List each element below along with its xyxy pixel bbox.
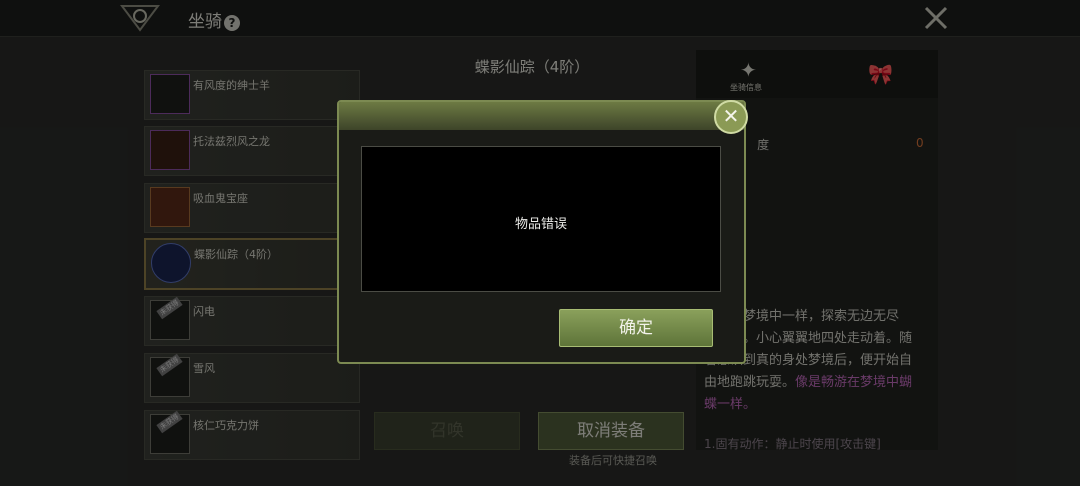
confirm-button[interactable]: 确定 (559, 309, 713, 347)
dialog-message: 物品错误 (514, 217, 567, 232)
dialog-close-icon[interactable]: ✕ (714, 100, 748, 134)
error-dialog: 物品错误 确定 (337, 100, 746, 364)
dialog-frame (339, 102, 744, 130)
dialog-message-area: 物品错误 (361, 146, 721, 292)
